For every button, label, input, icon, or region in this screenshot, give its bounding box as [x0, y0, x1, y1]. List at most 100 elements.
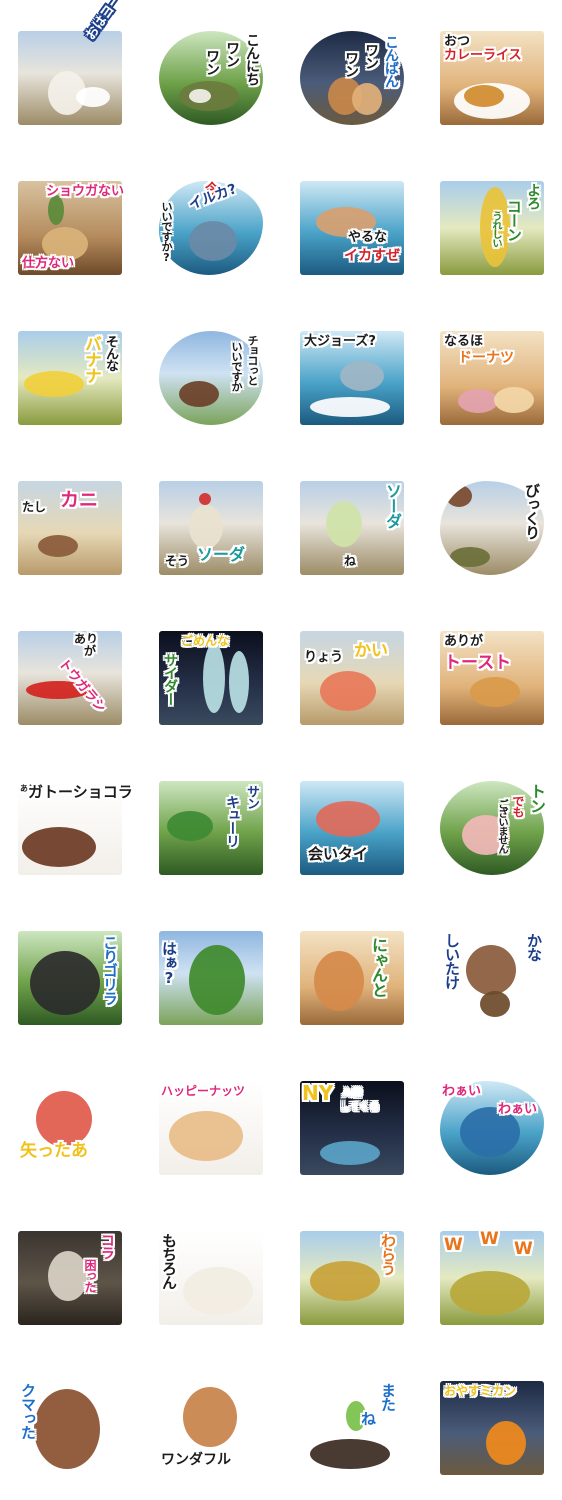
sticker-caption: クマった: [19, 1383, 37, 1439]
sticker-gorilla-fed-up[interactable]: こりゴリラ: [18, 931, 122, 1025]
sticker-caption: そう: [165, 554, 190, 568]
sticker-caption: でも: [511, 795, 525, 817]
illustration-subject: [183, 1387, 237, 1447]
illustration-subject: [310, 397, 390, 417]
sticker-cucumber-thanks[interactable]: サン キューリ: [159, 781, 263, 875]
illustration-subject: [229, 651, 249, 713]
sticker-caption: サイダー: [162, 653, 178, 705]
sticker-hello-wanwan[interactable]: こんにち ワン ワン: [159, 31, 263, 125]
illustration-subject: [340, 361, 384, 391]
sticker-caption: コラ: [99, 1233, 115, 1259]
illustration-subject: [480, 991, 510, 1017]
sticker-caption: わぁい: [498, 1102, 538, 1117]
sticker-banana-no-way[interactable]: そんな バナナ: [18, 331, 122, 425]
sticker-caption: こんばん: [383, 35, 399, 87]
sticker-cider-sorry[interactable]: ごめんな サイダー: [159, 631, 263, 725]
sticker-caption: 困った: [83, 1259, 97, 1292]
sticker-gateau-chocolat-thanks[interactable]: あり ガトーショコラ: [18, 781, 133, 875]
illustration-subject: [22, 827, 96, 867]
sticker-good-evening-wanwan[interactable]: こんばん ワン ワン: [300, 31, 404, 125]
sticker-leaf-huh[interactable]: はぁ?: [159, 931, 263, 1025]
sticker-caption: おつ: [444, 34, 471, 49]
sticker-sprout-see-you[interactable]: またね: [300, 1381, 404, 1475]
sticker-caption: コーン: [505, 199, 523, 241]
sticker-caption: チョコっと: [246, 335, 259, 385]
sticker-caption: よろ: [525, 183, 541, 209]
illustration-subject: [326, 501, 362, 547]
illustration-subject: [203, 643, 225, 713]
sticker-caption: もちろん: [160, 1233, 178, 1289]
sticker-sea-bream-want-meet[interactable]: 会いタイ: [300, 781, 404, 875]
sticker-chocolate-a-bit[interactable]: チョコっと いいですか: [159, 331, 263, 425]
sticker-corn-regards[interactable]: よろ コーン うれしい: [440, 181, 544, 275]
sticker-caption: サン: [244, 785, 259, 809]
sticker-mandarin-good-night[interactable]: おやすミカン: [440, 1381, 544, 1475]
illustration-subject: [179, 381, 219, 407]
sticker-caption: ワン: [343, 51, 359, 77]
illustration-subject: [486, 1421, 526, 1465]
sticker-pig-not-at-all[interactable]: トン でも ございません: [440, 781, 546, 875]
sticker-caption: うれしい: [490, 211, 501, 247]
sticker-caption: トン: [527, 783, 546, 813]
illustration-subject: [314, 951, 364, 1011]
sticker-rice-www[interactable]: WWW: [440, 1231, 544, 1325]
sticker-crab-certainly[interactable]: たし カニ: [18, 481, 122, 575]
sticker-toast-thanks[interactable]: ありが トースト: [440, 631, 544, 725]
sticker-shell-roger[interactable]: りょう かい: [300, 631, 404, 725]
sticker-caption: ガトーショコラ: [28, 783, 133, 801]
sticker-caption: おやすミカン: [444, 1384, 517, 1398]
sticker-coffee-troubled[interactable]: コラ 困った: [18, 1231, 122, 1325]
sticker-caption: してくる: [340, 1102, 380, 1113]
sticker-caption: たし: [22, 500, 47, 514]
sticker-caption: W: [444, 1235, 463, 1255]
illustration-subject: [24, 371, 84, 397]
sticker-dog-wonderful[interactable]: ワンダフル: [159, 1381, 263, 1475]
sticker-illustration: [18, 31, 122, 125]
sticker-straw-laugh[interactable]: わらう: [300, 1231, 404, 1325]
sticker-caption: カニ: [60, 489, 99, 511]
sticker-shiitake-is-it[interactable]: かな しいたけ: [440, 931, 544, 1025]
sticker-caption: また: [379, 1383, 397, 1411]
sticker-donut-i-see[interactable]: なるほ ドーナツ: [440, 331, 544, 425]
sticker-soda-melon[interactable]: ソーダね: [300, 481, 404, 575]
sticker-caption: わらう: [379, 1233, 397, 1275]
illustration-subject: [34, 1389, 100, 1469]
sticker-caption: いいですか: [230, 341, 243, 391]
sticker-caption: 大ジョーズ?: [304, 334, 376, 349]
sticker-caption: W: [514, 1239, 533, 1259]
sticker-wave-wow[interactable]: わぁい わぁい: [440, 1081, 544, 1175]
sticker-caption: しいたけ: [443, 933, 461, 989]
sticker-bear-troubled[interactable]: クマった: [18, 1381, 122, 1475]
illustration-subject: [169, 1111, 243, 1161]
illustration-subject: [30, 951, 100, 1015]
sticker-mochi-of-course[interactable]: もちろん: [159, 1231, 263, 1325]
sticker-dolphin-ok-now[interactable]: 今イルカ? いいですか?: [159, 181, 263, 275]
illustration-subject: [464, 85, 504, 107]
sticker-caption: ございません: [496, 799, 507, 853]
sticker-caption: ワン: [224, 41, 240, 67]
sticker-caption: イカすぜ: [344, 248, 400, 264]
sticker-caption: りょう: [304, 650, 344, 665]
sticker-cat-nyanto[interactable]: にゃんと: [300, 931, 404, 1025]
sticker-chestnut-surprise[interactable]: びっくり: [440, 481, 544, 575]
sticker-good-morning-yogurt[interactable]: おはヨーグルト: [18, 0, 148, 125]
sticker-peanut-happy-nuts[interactable]: ハッピーナッツ: [159, 1081, 263, 1175]
sticker-caption: やるな: [348, 230, 388, 245]
sticker-caption: かい: [354, 641, 388, 661]
sticker-caption: いいですか?: [160, 201, 173, 263]
illustration-subject: [316, 801, 380, 837]
sticker-jaws-ok[interactable]: 大ジョーズ?: [300, 331, 404, 425]
illustration-subject: [189, 945, 245, 1015]
illustration-subject: [189, 221, 237, 261]
sticker-arrow-oops[interactable]: 矢ったあ: [18, 1081, 122, 1175]
illustration-subject: [466, 945, 516, 995]
sticker-squid-well-done[interactable]: やるなイカすぜ: [300, 181, 404, 275]
sticker-chili-thanks[interactable]: ありがトウガラシ: [18, 631, 122, 725]
sticker-snack-curry-rice[interactable]: おつ カレーライス: [440, 31, 544, 125]
sticker-ny-bath[interactable]: NY 入浴 してくる: [300, 1081, 404, 1175]
sticker-ginger-no-help[interactable]: ショウガない 仕方ない: [18, 181, 124, 275]
sticker-caption: にゃんと: [369, 937, 388, 997]
illustration-subject: [320, 1141, 380, 1165]
illustration-subject: [352, 83, 382, 115]
sticker-soda-ice-float[interactable]: そう ソーダ: [159, 481, 263, 575]
